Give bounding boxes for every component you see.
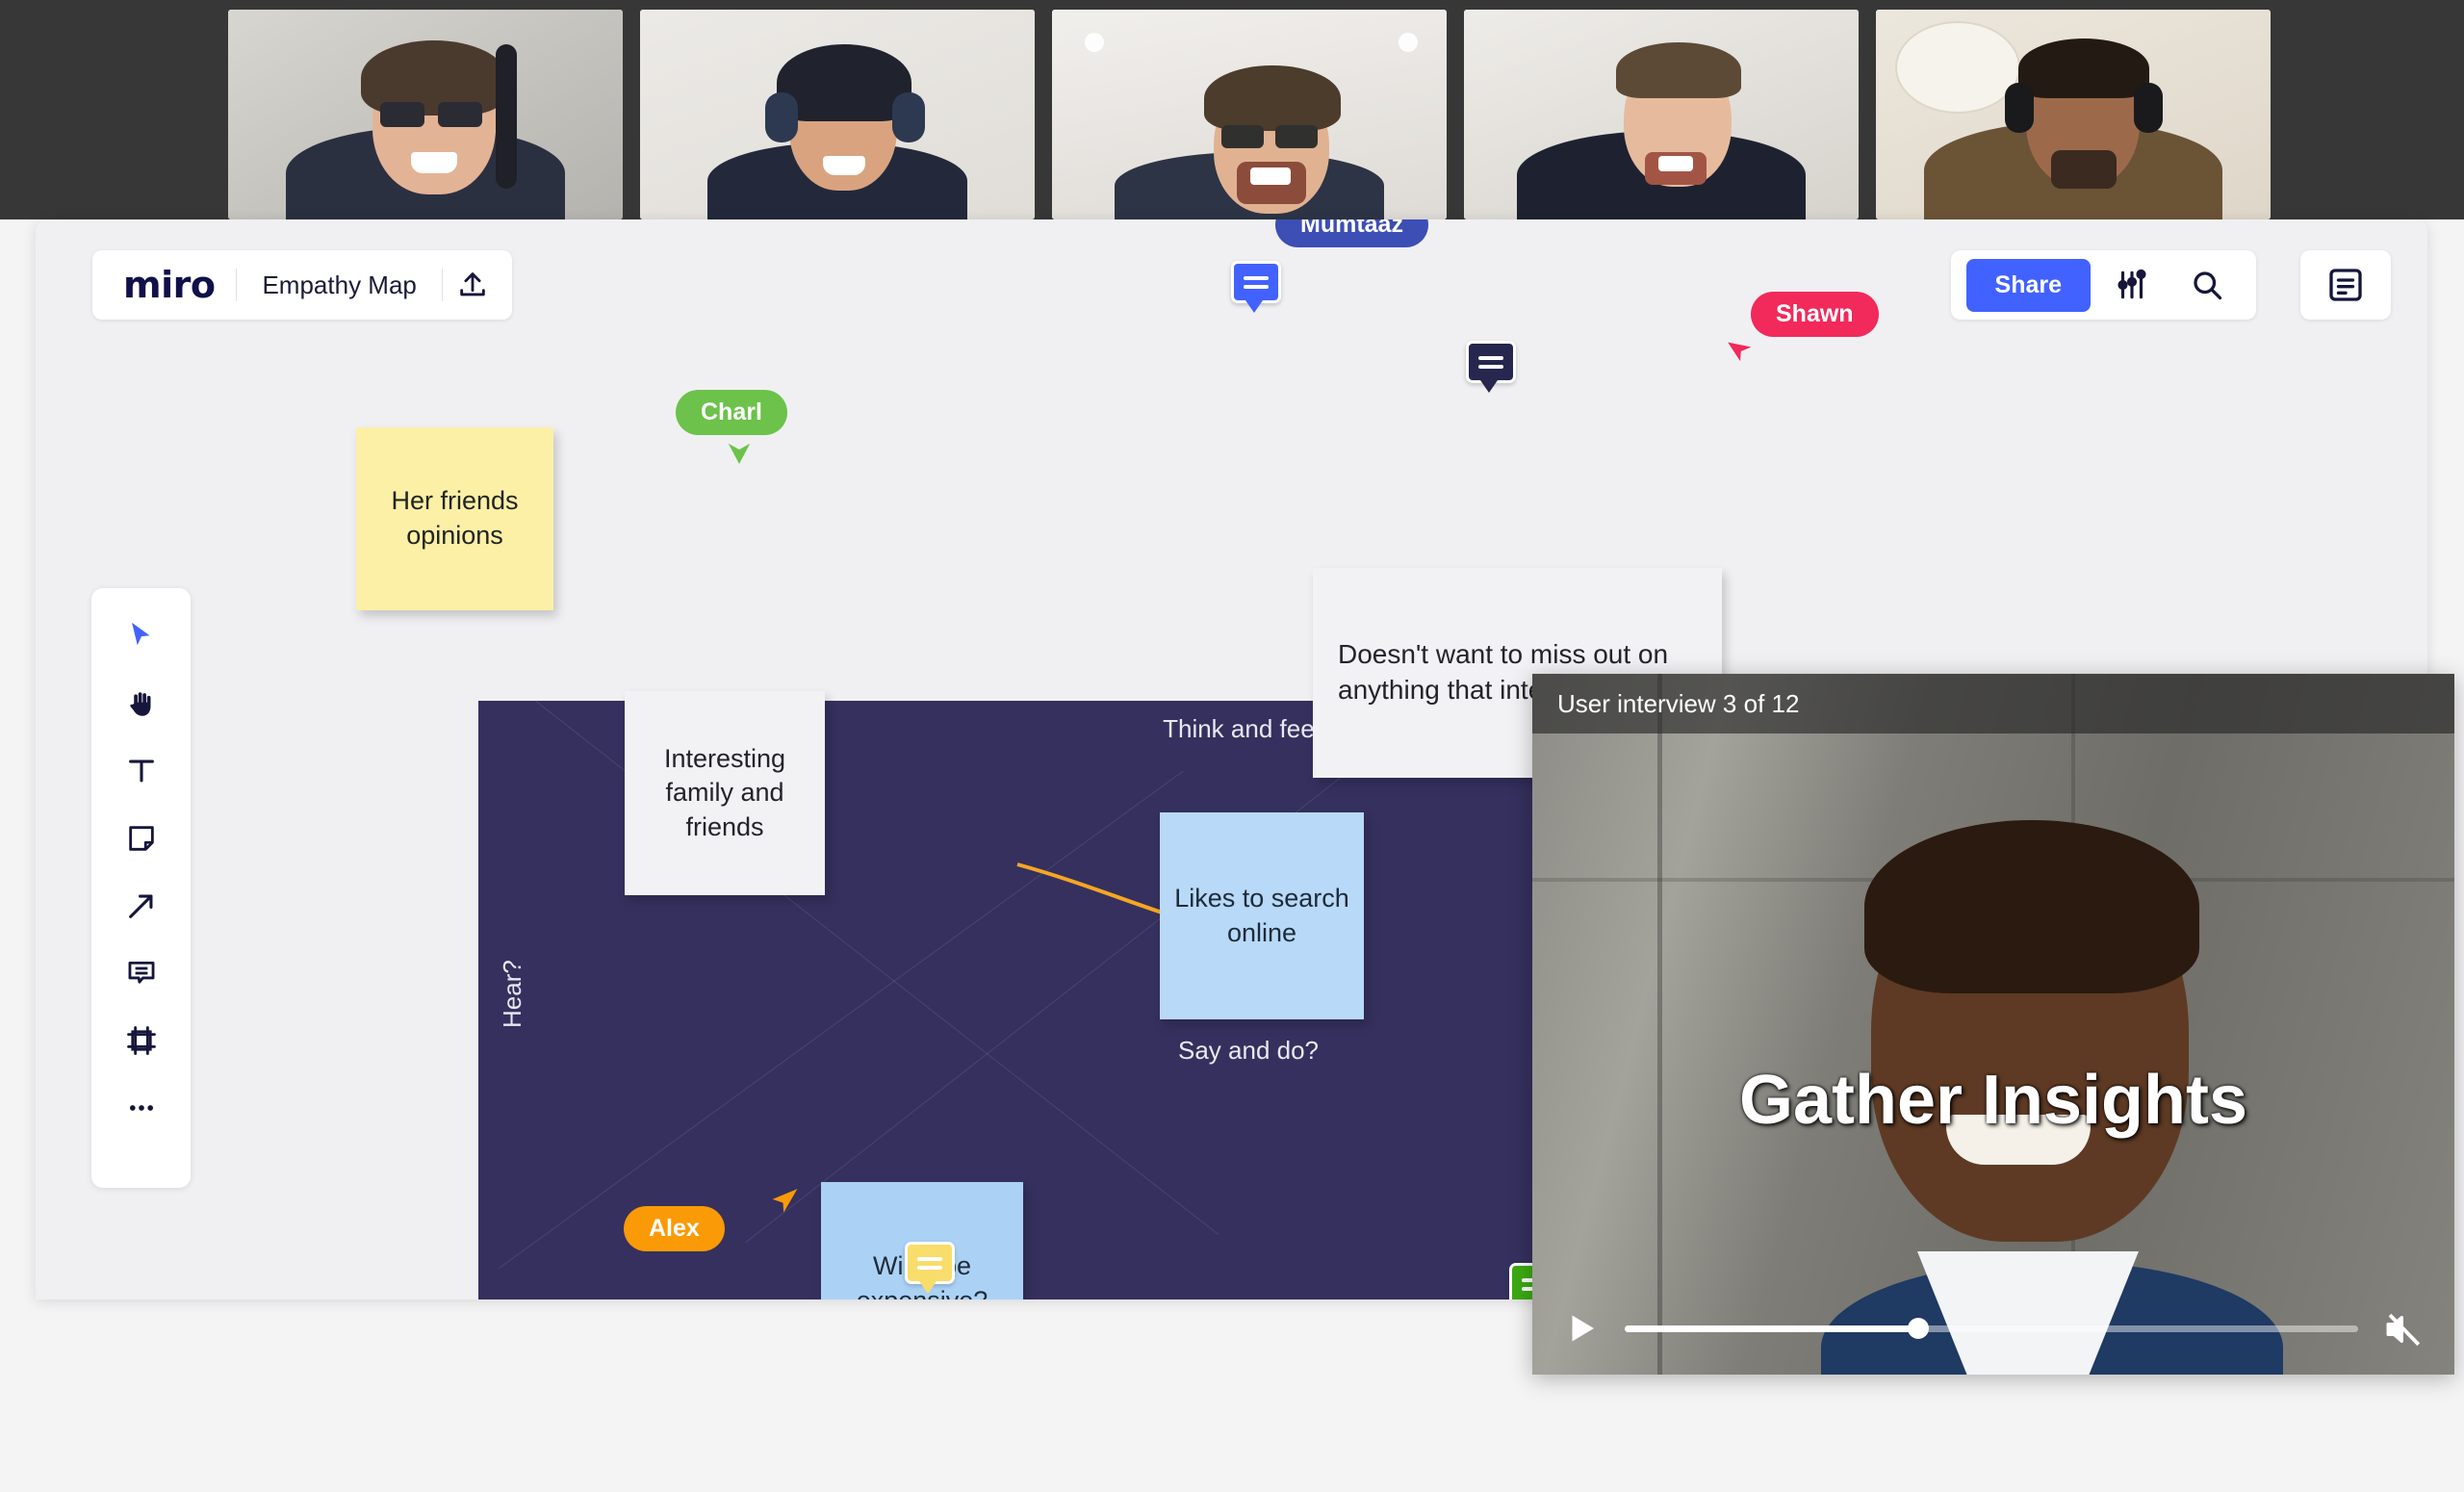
participant-tile-3[interactable]: [1052, 10, 1447, 219]
comment-line: [1478, 355, 1503, 360]
select-tool[interactable]: [111, 609, 172, 663]
board-header-right: Share: [1950, 250, 2256, 320]
beard: [2051, 150, 2117, 189]
video-controls: [1532, 1282, 2454, 1375]
comment-line: [1244, 284, 1269, 289]
headphone-left: [2005, 83, 2034, 133]
label-hear: Hear?: [498, 960, 526, 1028]
cursor-label-alex: Alex: [624, 1206, 725, 1251]
sticky-note-interesting-family[interactable]: Interesting family and friends: [625, 691, 825, 895]
notes-panel-icon[interactable]: [2300, 250, 2391, 320]
sticky-note-tool[interactable]: [111, 811, 172, 865]
cursor-label-shawn: Shawn: [1751, 292, 1879, 337]
progress-knob[interactable]: [1907, 1318, 1929, 1339]
participant-tile-4[interactable]: [1464, 10, 1859, 219]
wall-poster: [1895, 21, 2020, 114]
video-title-bar: User interview 3 of 12: [1532, 674, 2454, 733]
video-caption: Gather Insights: [1738, 1062, 2248, 1139]
comment-badge-dark[interactable]: [1466, 341, 1516, 393]
comment-tool[interactable]: [111, 946, 172, 1000]
share-button[interactable]: Share: [1965, 258, 2091, 312]
board-header-left: miro Empathy Map: [92, 250, 512, 320]
comment-line: [1244, 275, 1269, 280]
glasses-left: [1221, 125, 1264, 148]
cursor-label-charl: Charl: [676, 390, 787, 435]
video-progress-bar[interactable]: [1625, 1318, 2358, 1339]
headphone-right: [2134, 83, 2163, 133]
glasses-right: [1275, 125, 1318, 148]
play-icon[interactable]: [1565, 1309, 1600, 1348]
glasses-right: [438, 102, 482, 127]
text-tool[interactable]: [111, 744, 172, 798]
glasses-left: [380, 102, 424, 127]
progress-fill: [1625, 1325, 1918, 1332]
video-conference-strip: [0, 0, 2464, 219]
board-title[interactable]: Empathy Map: [237, 270, 441, 300]
sticky-text: Interesting family and friends: [663, 743, 786, 841]
comment-line: [1478, 364, 1503, 369]
headphone-right: [892, 92, 925, 142]
ceiling-light-2: [1399, 33, 1418, 52]
subject-hair: [1864, 820, 2199, 993]
hair: [1204, 65, 1341, 131]
smile: [823, 156, 865, 175]
frame-tool[interactable]: [111, 1014, 172, 1068]
search-icon[interactable]: [2173, 255, 2241, 315]
upload-icon[interactable]: [443, 255, 502, 315]
tool-rail: [91, 588, 191, 1188]
hair: [1616, 42, 1741, 98]
hair: [2018, 39, 2149, 98]
arrow-tool[interactable]: [111, 879, 172, 933]
smile: [411, 152, 457, 173]
sliders-icon[interactable]: [2098, 255, 2166, 315]
mute-icon[interactable]: [2383, 1309, 2422, 1348]
hand-tool[interactable]: [111, 677, 172, 731]
sticky-text: Her friends opinions: [391, 486, 519, 550]
ceiling-light-1: [1085, 33, 1104, 52]
sticky-note-her-friends[interactable]: Her friends opinions: [356, 427, 553, 610]
more-tools[interactable]: [111, 1081, 172, 1135]
headset: [496, 44, 517, 189]
video-title: User interview 3 of 12: [1557, 688, 1800, 718]
comment-line: [917, 1256, 942, 1261]
label-say-and-do: Say and do?: [1177, 1036, 1320, 1065]
sticky-note-likes-search-online[interactable]: Likes to search online: [1160, 812, 1364, 1019]
smile: [1658, 156, 1693, 171]
participant-tile-1[interactable]: [228, 10, 623, 219]
smile: [1250, 167, 1291, 185]
comment-line: [917, 1265, 942, 1270]
video-overlay-player[interactable]: User interview 3 of 12 Gather Insights: [1532, 674, 2454, 1375]
comment-badge-yellow[interactable]: [905, 1242, 955, 1294]
participant-tile-5[interactable]: [1876, 10, 2271, 219]
headphone-left: [765, 92, 798, 142]
cursor-label-mumtaaz: Mumtaaz: [1275, 219, 1428, 247]
screen: miro Empathy Map Share Think and feel? H…: [0, 0, 2464, 1492]
label-think-and-feel: Think and feel?: [1163, 714, 1334, 743]
wall-seam-1: [1657, 674, 1662, 1375]
participant-tile-2[interactable]: [640, 10, 1035, 219]
miro-logo[interactable]: miro: [102, 264, 236, 306]
sticky-text: Likes to search online: [1174, 883, 1349, 947]
comment-badge-blue[interactable]: [1231, 261, 1281, 313]
